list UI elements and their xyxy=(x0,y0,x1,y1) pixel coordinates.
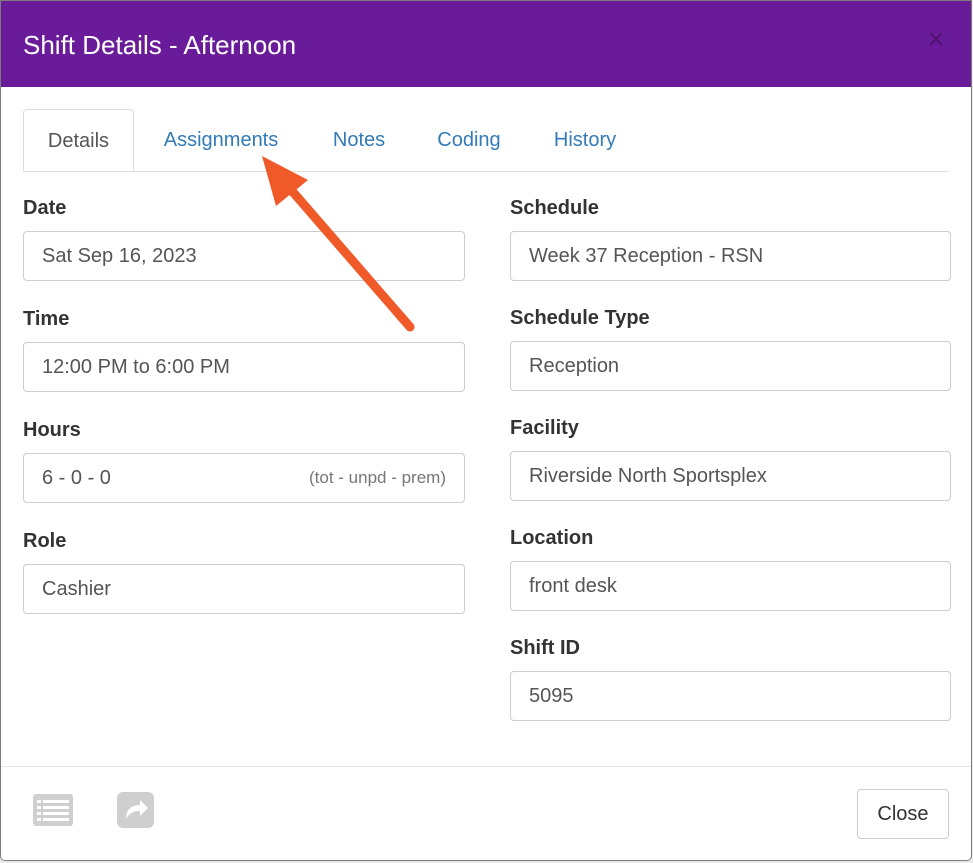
hours-field[interactable]: 6 - 0 - 0 (tot - unpd - prem) xyxy=(23,453,465,503)
time-label: Time xyxy=(23,308,70,330)
schedule-type-field[interactable]: Reception xyxy=(510,341,951,391)
role-field[interactable]: Cashier xyxy=(23,564,465,614)
hours-hint: (tot - unpd - prem) xyxy=(309,468,446,487)
hours-label: Hours xyxy=(23,419,81,441)
time-field[interactable]: 12:00 PM to 6:00 PM xyxy=(23,342,465,392)
share-icon[interactable] xyxy=(116,791,156,829)
facility-label: Facility xyxy=(510,417,579,439)
list-icon[interactable] xyxy=(32,791,74,829)
dialog-header: Shift Details - Afternoon × xyxy=(1,1,971,87)
tab-assignments[interactable]: Assignments xyxy=(153,109,289,171)
shift-details-dialog: Shift Details - Afternoon × Details Assi… xyxy=(0,0,972,861)
tab-coding[interactable]: Coding xyxy=(428,109,510,171)
date-field[interactable]: Sat Sep 16, 2023 xyxy=(23,231,465,281)
shift-id-field[interactable]: 5095 xyxy=(510,671,951,721)
close-button[interactable]: Close xyxy=(857,789,949,839)
tab-notes[interactable]: Notes xyxy=(323,109,395,171)
tab-details[interactable]: Details xyxy=(23,109,134,171)
role-label: Role xyxy=(23,530,67,552)
shift-id-label: Shift ID xyxy=(510,637,580,659)
schedule-field[interactable]: Week 37 Reception - RSN xyxy=(510,231,951,281)
schedule-type-label: Schedule Type xyxy=(510,307,650,329)
close-icon[interactable]: × xyxy=(923,25,949,55)
tab-bar: Details Assignments Notes Coding History xyxy=(23,109,949,172)
date-label: Date xyxy=(23,197,67,219)
hours-value: 6 - 0 - 0 xyxy=(42,467,111,489)
facility-field[interactable]: Riverside North Sportsplex xyxy=(510,451,951,501)
location-label: Location xyxy=(510,527,594,549)
schedule-label: Schedule xyxy=(510,197,599,219)
dialog-footer: Close xyxy=(1,766,971,860)
tab-history[interactable]: History xyxy=(544,109,626,171)
location-field[interactable]: front desk xyxy=(510,561,951,611)
dialog-title: Shift Details - Afternoon xyxy=(23,30,297,60)
